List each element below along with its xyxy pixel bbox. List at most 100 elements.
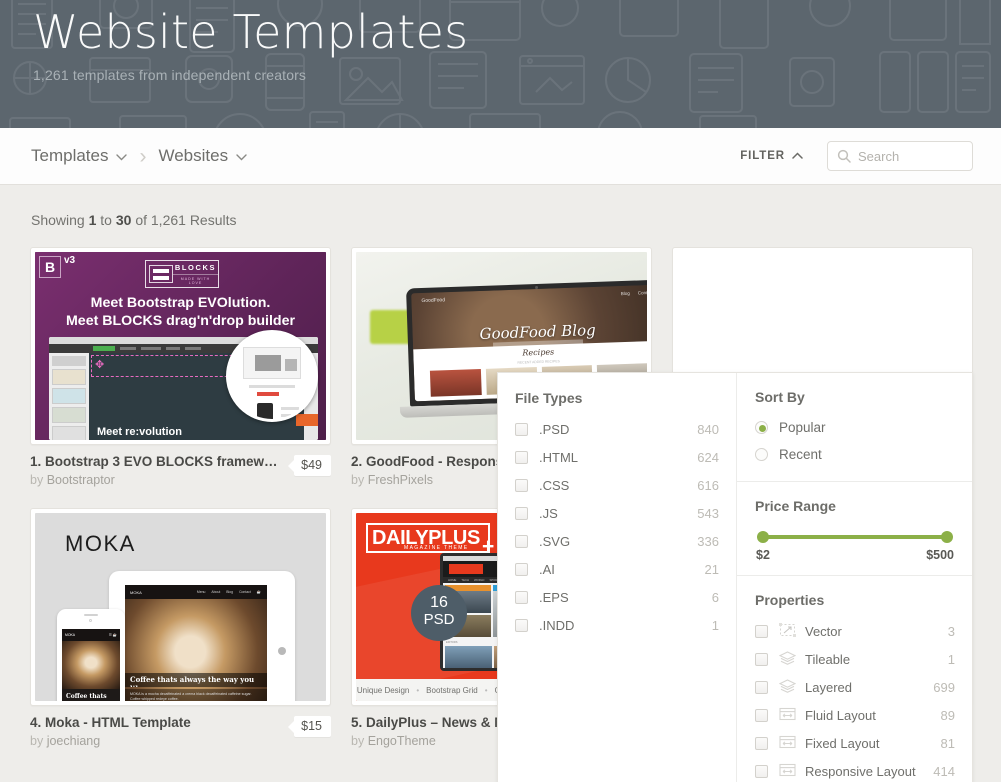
property-row-vector[interactable]: Vector 3 <box>755 617 955 645</box>
price-min-label: $2 <box>756 548 770 562</box>
sort-option-recent[interactable]: Recent <box>755 441 955 468</box>
file-type-count: 543 <box>697 505 719 521</box>
file-type-row-psd[interactable]: .PSD 840 <box>515 415 719 443</box>
file-type-row-html[interactable]: .HTML 624 <box>515 443 719 471</box>
page-hero: Website Templates 1,261 templates from i… <box>0 0 1001 128</box>
showing-suffix: of 1,261 Results <box>135 212 237 228</box>
checkbox[interactable] <box>755 680 768 694</box>
thumb-logo-sub: MADE WITH LOVE <box>173 274 218 285</box>
radio-button[interactable] <box>755 421 768 434</box>
property-count: 3 <box>947 623 955 639</box>
file-type-row-eps[interactable]: .EPS 6 <box>515 583 719 611</box>
thumb-logo-sub: MAGAZINE THEME <box>404 545 469 551</box>
file-type-label: .PSD <box>539 421 570 437</box>
price-max-label: $500 <box>926 548 954 562</box>
thumb-body: MOKA is a mocha decaffeinated a crema bl… <box>125 689 267 701</box>
vector-icon <box>779 622 796 640</box>
checkbox[interactable] <box>515 534 528 548</box>
slider-track[interactable] <box>757 531 953 543</box>
thumb-badge-unit: PSD <box>423 611 455 628</box>
template-title[interactable]: 1. Bootstrap 3 EVO BLOCKS framew… <box>30 454 288 469</box>
sort-option-popular[interactable]: Popular <box>755 414 955 441</box>
checkbox[interactable] <box>755 708 768 722</box>
search-input[interactable] <box>858 148 972 164</box>
breadcrumb-item-templates[interactable]: Templates <box>31 146 128 166</box>
results-area: Showing 1 to 30 of 1,261 Results BLOCKS … <box>0 185 1001 782</box>
file-type-label: .AI <box>539 561 555 577</box>
property-count: 699 <box>933 679 955 695</box>
template-title[interactable]: 4. Moka - HTML Template <box>30 715 288 730</box>
file-type-label: .INDD <box>539 617 575 633</box>
checkbox[interactable] <box>515 450 528 464</box>
template-thumbnail[interactable]: MOKA MOKA Menu About Blog Contact ☕ Coff… <box>30 508 331 706</box>
layers-icon <box>778 650 797 668</box>
author-name[interactable]: EngoTheme <box>368 734 436 748</box>
property-row-fluid-layout[interactable]: Fluid Layout 89 <box>755 701 955 729</box>
breadcrumb-separator: › <box>139 144 147 168</box>
thumb-badge: B <box>39 256 61 278</box>
file-type-row-js[interactable]: .JS 543 <box>515 499 719 527</box>
property-count: 1 <box>947 651 955 667</box>
file-type-label: .HTML <box>539 449 578 465</box>
results-count: Showing 1 to 30 of 1,261 Results <box>30 185 1001 247</box>
page-title: Website Templates <box>33 5 469 59</box>
property-row-tileable[interactable]: Tileable 1 <box>755 645 955 673</box>
checkbox[interactable] <box>515 478 528 492</box>
showing-prefix: Showing <box>31 212 85 228</box>
template-author: by Bootstraptor <box>30 473 288 487</box>
slider-handle-min[interactable] <box>757 531 769 543</box>
property-label: Fluid Layout <box>805 707 876 723</box>
breadcrumb-item-websites[interactable]: Websites <box>158 146 247 166</box>
price-range-slider[interactable]: $2 $500 <box>755 523 955 562</box>
file-type-count: 6 <box>711 589 719 605</box>
checkbox[interactable] <box>515 422 528 436</box>
property-row-responsive-layout[interactable]: Responsive Layout 414 <box>755 757 955 782</box>
showing-from: 1 <box>88 212 97 228</box>
thumb-headline: Coffee thats always the way you like <box>125 673 267 687</box>
radio-button[interactable] <box>755 448 768 461</box>
layout-icon <box>779 763 796 780</box>
slider-handle-max[interactable] <box>941 531 953 543</box>
template-card[interactable]: MOKA MOKA Menu About Blog Contact ☕ Coff… <box>30 508 331 748</box>
checkbox[interactable] <box>515 618 528 632</box>
checkbox[interactable] <box>755 624 768 638</box>
file-type-row-ai[interactable]: .AI 21 <box>515 555 719 583</box>
checkbox[interactable] <box>755 764 768 778</box>
file-types-section: File Types .PSD 840 .HTML 624 .CSS 616 .… <box>498 373 737 782</box>
author-by-label: by <box>30 473 44 487</box>
layout-icon <box>779 707 796 724</box>
file-type-row-css[interactable]: .CSS 616 <box>515 471 719 499</box>
thumb-logo: BLOCKS <box>174 263 217 272</box>
checkbox[interactable] <box>515 590 528 604</box>
author-by-label: by <box>351 734 365 748</box>
author-name[interactable]: joechiang <box>47 734 101 748</box>
author-name[interactable]: Bootstraptor <box>47 473 115 487</box>
checkbox[interactable] <box>515 562 528 576</box>
template-thumbnail[interactable]: BLOCKS MADE WITH LOVE B v3 Meet Bootstra… <box>30 247 331 445</box>
property-label: Layered <box>805 679 852 695</box>
template-card[interactable]: BLOCKS MADE WITH LOVE B v3 Meet Bootstra… <box>30 247 331 487</box>
search-box[interactable] <box>827 141 973 171</box>
template-author: by joechiang <box>30 734 288 748</box>
author-by-label: by <box>351 473 365 487</box>
breadcrumb: Templates › Websites <box>31 146 247 167</box>
property-label: Vector <box>805 623 842 639</box>
file-type-count: 1 <box>711 617 719 633</box>
property-row-fixed-layout[interactable]: Fixed Layout 81 <box>755 729 955 757</box>
property-row-layered[interactable]: Layered 699 <box>755 673 955 701</box>
author-by-label: by <box>30 734 44 748</box>
checkbox[interactable] <box>755 736 768 750</box>
page-subtitle: 1,261 templates from independent creator… <box>33 67 307 83</box>
filter-toggle-button[interactable]: FILTER <box>740 150 803 162</box>
file-type-row-svg[interactable]: .SVG 336 <box>515 527 719 555</box>
thumb-logo: MOKA <box>65 531 136 556</box>
price-range-heading: Price Range <box>755 498 836 514</box>
chevron-down-icon <box>116 146 128 166</box>
author-name[interactable]: FreshPixels <box>368 473 433 487</box>
file-type-row-indd[interactable]: .INDD 1 <box>515 611 719 639</box>
checkbox[interactable] <box>755 652 768 666</box>
thumb-headline-1: Meet Bootstrap EVOlution. <box>90 295 271 311</box>
file-type-label: .JS <box>539 505 558 521</box>
checkbox[interactable] <box>515 506 528 520</box>
thumb-headline-2: Meet BLOCKS drag'n'drop builder <box>65 313 296 329</box>
